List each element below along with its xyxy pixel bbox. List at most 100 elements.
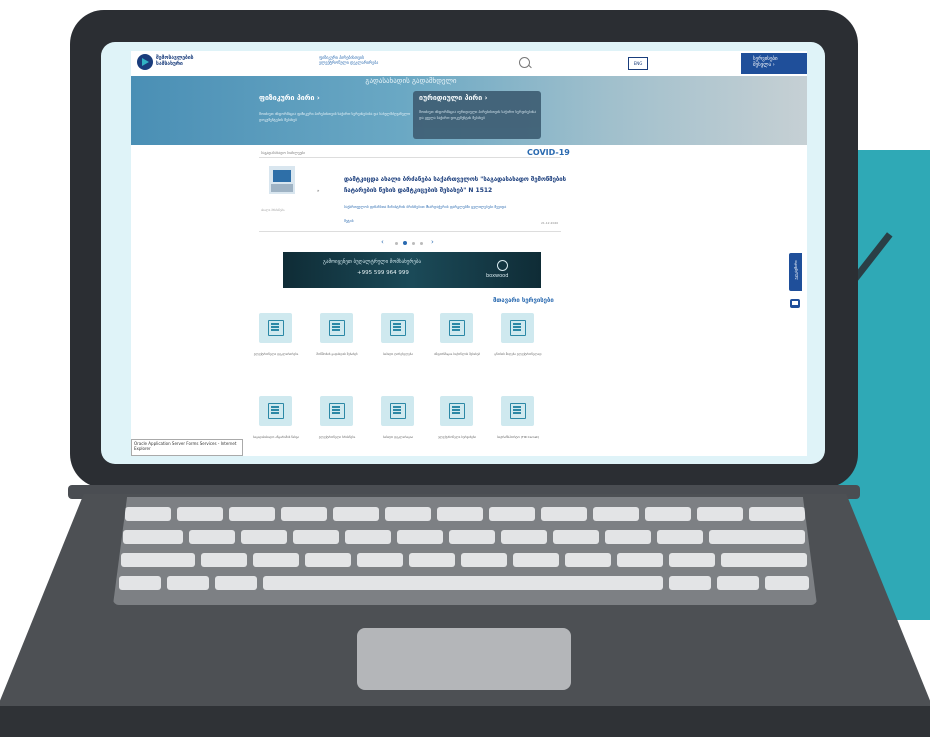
service-label[interactable]: საგადასახადო ანგარიშის ნახვა: [251, 435, 301, 440]
legal-entity-tab-description: მოიძიეთ ინფორმაცია იურიდიული პირებისთვის…: [419, 110, 537, 120]
service-label[interactable]: სატრანსპორტო (TIR Carnet): [493, 435, 543, 440]
key: [281, 507, 327, 521]
key: [721, 553, 807, 567]
ad-banner[interactable]: გამოიყენეთ ბუღალტრული მომსახურება +995 5…: [283, 252, 541, 288]
news-title[interactable]: დამტკიცდა ახალი ბრძანება საქართველოს "სა…: [344, 174, 574, 196]
service-label[interactable]: საბაჟო დეკლარაცია: [373, 435, 423, 440]
key: [215, 576, 257, 590]
service-tile-icon[interactable]: [320, 396, 353, 426]
laptop-base-front: [0, 706, 930, 737]
key: [489, 507, 535, 521]
divider: [259, 231, 561, 232]
banner-title: გადასახადის გადამხდელი: [365, 77, 457, 85]
key: [593, 507, 639, 521]
key: [201, 553, 247, 567]
key: [397, 530, 443, 544]
service-tile-icon[interactable]: [259, 396, 292, 426]
services-login-button[interactable]: სერვისები შესვლა ›: [741, 53, 807, 74]
service-tile-icon[interactable]: [259, 313, 292, 343]
key: [293, 530, 339, 544]
carousel-dot[interactable]: [420, 242, 423, 245]
key: [513, 553, 559, 567]
news-arrow-icon: »: [317, 188, 320, 193]
keyboard: [113, 497, 817, 605]
key: [553, 530, 599, 544]
carousel-dot[interactable]: [412, 242, 415, 245]
key: [409, 553, 455, 567]
taskbar-tooltip: Oracle Application Server Forms Services…: [131, 439, 243, 456]
legal-entity-tab-title: იურიდიული პირი ›: [419, 94, 488, 102]
individual-tab[interactable]: ფიზიკური პირი ›: [259, 94, 320, 102]
key: [229, 507, 275, 521]
hero-banner: გადასახადის გადამხდელი ფიზიკური პირი › მ…: [131, 76, 807, 145]
news-more-link[interactable]: მეტის: [344, 219, 354, 223]
carousel-next-icon[interactable]: ›: [431, 238, 434, 246]
key: [697, 507, 743, 521]
news-image[interactable]: [269, 166, 295, 194]
service-tile-icon[interactable]: [440, 396, 473, 426]
key: [357, 553, 403, 567]
key: [241, 530, 287, 544]
key: [167, 576, 209, 590]
service-tile-icon[interactable]: [440, 313, 473, 343]
chat-icon[interactable]: [790, 299, 800, 308]
logo-icon[interactable]: [137, 54, 153, 70]
service-label[interactable]: ცნობის მიღება ელექტრონულად: [493, 352, 543, 357]
key: [669, 576, 711, 590]
carousel-dot-active[interactable]: [403, 241, 407, 245]
individual-tab-description: მოიძიეთ ინფორმაცია ფიზიკური პირებისთვის …: [259, 112, 411, 122]
key: [657, 530, 703, 544]
service-label[interactable]: ელექტრონული ბრძანება: [312, 435, 362, 440]
key: [305, 553, 351, 567]
key: [253, 553, 299, 567]
logo-line2: სამსახური: [156, 61, 183, 67]
search-icon[interactable]: [519, 57, 530, 68]
service-label[interactable]: საბაჟო ღირებულება: [373, 352, 423, 357]
ad-brand: boxwood: [486, 273, 509, 279]
service-label[interactable]: ინფორმაცია საქონლის შესახებ: [432, 352, 482, 357]
header-links: ფიზიკური პირებისთვის ელექტრონული დეკლარი…: [319, 55, 378, 65]
key: [345, 530, 391, 544]
key: [121, 553, 195, 567]
boxwood-logo-icon: [497, 260, 508, 271]
service-tile-icon[interactable]: [501, 313, 534, 343]
divider: [259, 157, 561, 158]
service-tile-icon[interactable]: [381, 396, 414, 426]
key: [119, 576, 161, 590]
scene: შემოსავლების სამსახური ფიზიკური პირებისთ…: [0, 0, 930, 737]
key: [669, 553, 715, 567]
trackpad: [357, 628, 571, 690]
key: [749, 507, 805, 521]
legal-entity-tab[interactable]: იურიდიული პირი › მოიძიეთ ინფორმაცია იური…: [413, 91, 541, 139]
service-tile-icon[interactable]: [320, 313, 353, 343]
main-services-title: მთავარი სერვისები: [493, 297, 554, 304]
key: [565, 553, 611, 567]
key: [617, 553, 663, 567]
covid-link[interactable]: COVID-19: [527, 148, 570, 157]
site-header: შემოსავლების სამსახური ფიზიკური პირებისთ…: [131, 51, 807, 77]
key: [709, 530, 805, 544]
key: [385, 507, 431, 521]
website: შემოსავლების სამსახური ფიზიკური პირებისთ…: [131, 51, 807, 456]
news-image-caption: ახალი ბრძანება: [261, 208, 285, 212]
carousel-dot[interactable]: [395, 242, 398, 245]
header-link-2[interactable]: ელექტრონული დეკლარირება: [319, 60, 378, 65]
key: [461, 553, 507, 567]
language-button[interactable]: ENG: [628, 57, 648, 70]
news-section-label: საგადასახადო სიახლეები: [261, 151, 306, 155]
service-tile-icon[interactable]: [381, 313, 414, 343]
key: [177, 507, 223, 521]
login-label: შესვლა ›: [753, 62, 775, 68]
key: [501, 530, 547, 544]
service-label[interactable]: ელექტრონული დეკლარირება: [251, 352, 301, 357]
feedback-tab[interactable]: უკუკავშირი: [789, 253, 802, 291]
feedback-label: უკუკავშირი: [794, 260, 798, 280]
logo-text[interactable]: შემოსავლების სამსახური: [156, 55, 194, 67]
key: [717, 576, 759, 590]
service-label[interactable]: მოწმობის გადახდის შესახებ: [312, 352, 362, 357]
carousel-prev-icon[interactable]: ‹: [381, 238, 384, 246]
service-tile-icon[interactable]: [501, 396, 534, 426]
key: [189, 530, 235, 544]
service-label[interactable]: ელექტრონული სერვისები: [432, 435, 482, 440]
key: [449, 530, 495, 544]
